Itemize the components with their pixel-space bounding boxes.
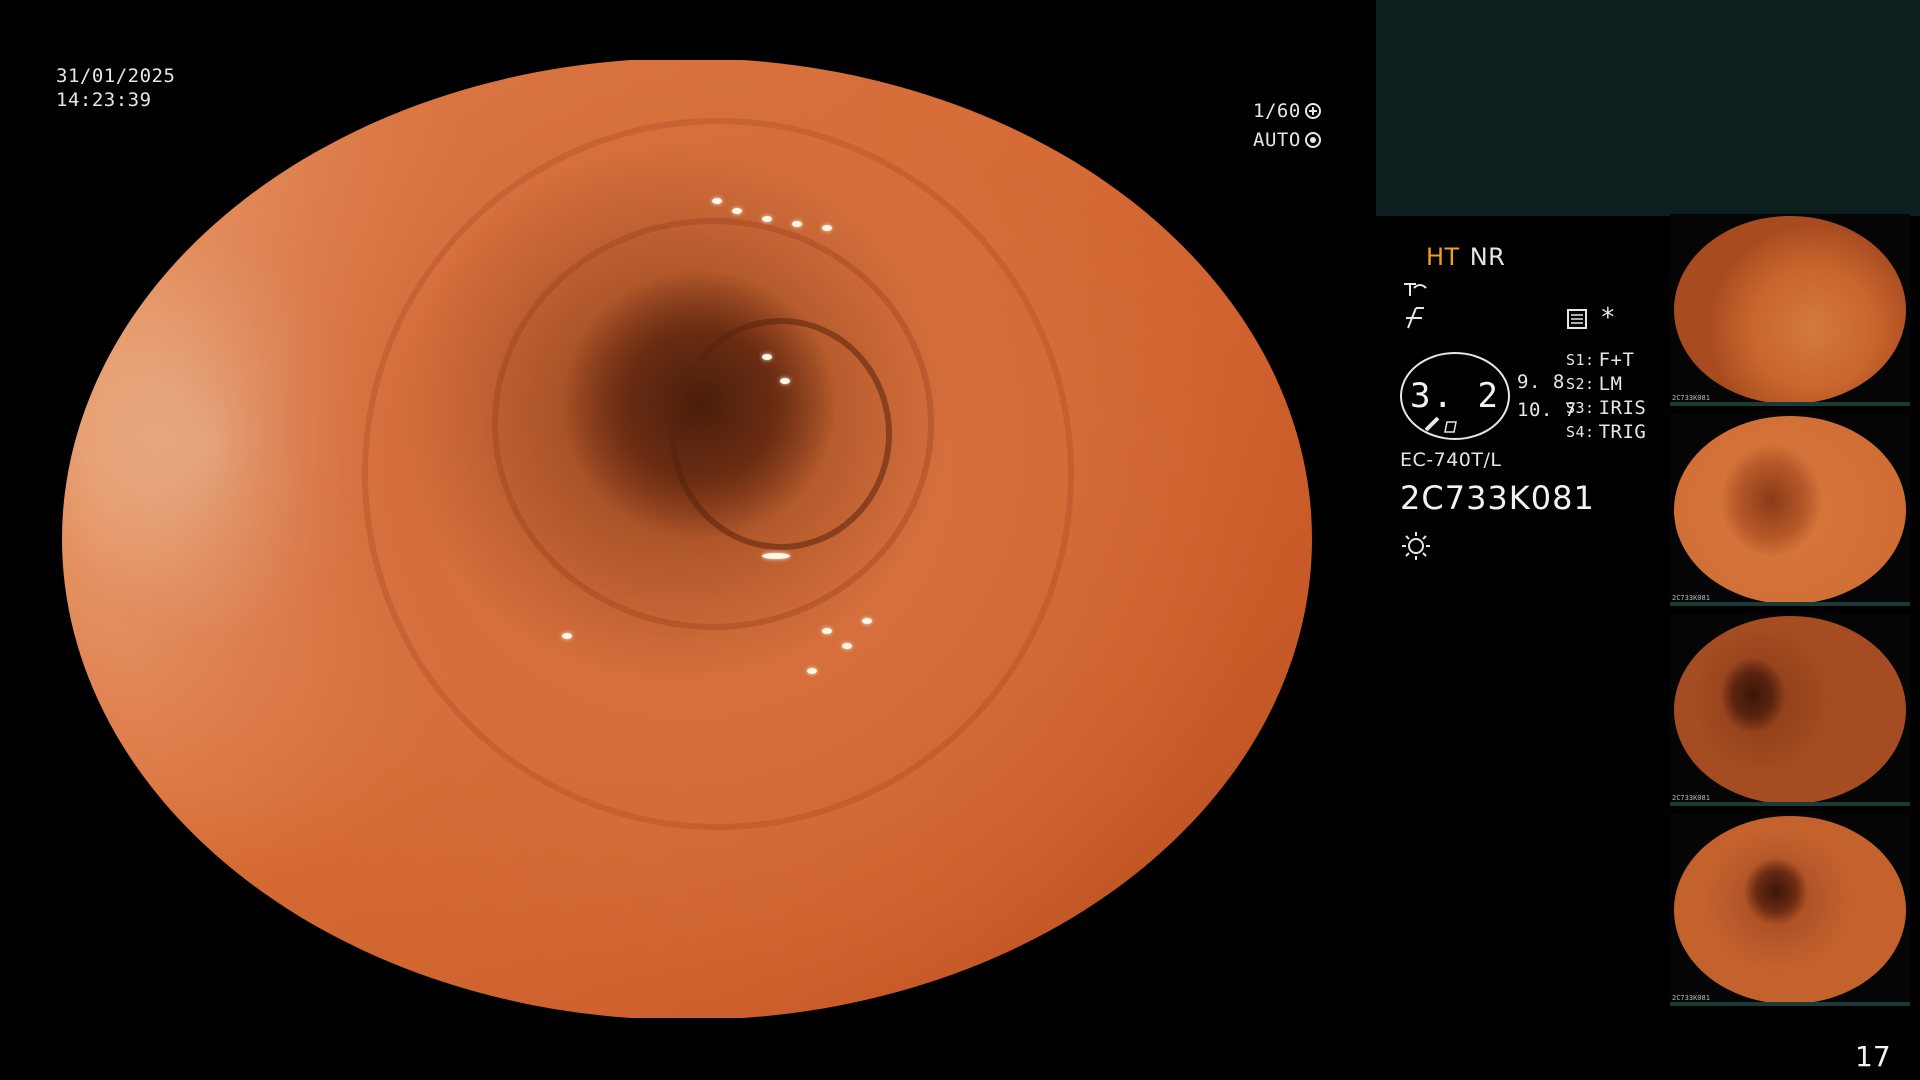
light-reflection bbox=[807, 668, 817, 674]
scope-setting-item: S2: LM bbox=[1566, 372, 1646, 396]
thumbnail-image bbox=[1674, 816, 1906, 1004]
scope-setting-value: IRIS bbox=[1598, 397, 1647, 419]
scope-setting-value: LM bbox=[1598, 373, 1623, 395]
shutter-readout: 1/60 bbox=[1253, 99, 1321, 123]
value-a-text: 9. 8 bbox=[1517, 371, 1565, 393]
gauge-marker-icon bbox=[1424, 416, 1440, 432]
time-text: 14:23:39 bbox=[56, 89, 152, 111]
thumbnail-3[interactable]: 2C733K081 bbox=[1670, 614, 1910, 806]
light-reflection bbox=[762, 553, 790, 559]
thumbnail-2[interactable]: 2C733K081 bbox=[1670, 414, 1910, 606]
light-reflection bbox=[762, 354, 772, 360]
thumbnail-bar bbox=[1670, 802, 1910, 806]
zoom-value: 3. 2 bbox=[1410, 376, 1500, 416]
thumbnail-label: 2C733K081 bbox=[1672, 394, 1710, 402]
thumbnail-bar bbox=[1670, 402, 1910, 406]
light-reflection bbox=[732, 208, 742, 214]
thumbnail-image bbox=[1674, 216, 1906, 404]
light-reflection bbox=[822, 628, 832, 634]
scope-setting-item: S4: TRIG bbox=[1566, 420, 1646, 444]
exposure-readout: AUTO bbox=[1253, 128, 1321, 152]
thumbnail-4[interactable]: 2C733K081 bbox=[1670, 814, 1910, 1006]
thumbnail-image bbox=[1674, 416, 1906, 604]
view-mask-top bbox=[0, 0, 1370, 60]
thumbnail-bar bbox=[1670, 1002, 1910, 1006]
mode-nr-text: NR bbox=[1469, 243, 1506, 271]
light-reflection bbox=[780, 378, 790, 384]
scope-setting-key: S3: bbox=[1566, 399, 1595, 417]
light-reflection bbox=[712, 198, 722, 204]
thumbnail-label: 2C733K081 bbox=[1672, 994, 1710, 1002]
date-text: 31/01/2025 bbox=[56, 65, 176, 87]
light-reflection bbox=[842, 643, 852, 649]
scope-setting-key: S2: bbox=[1566, 375, 1595, 393]
exposure-text: AUTO bbox=[1253, 129, 1301, 151]
enhance-icon bbox=[1404, 283, 1427, 296]
auto-iris-icon bbox=[1304, 132, 1321, 148]
scope-model-text: EC-740T/L bbox=[1400, 449, 1502, 471]
thumbnail-label: 2C733K081 bbox=[1672, 794, 1710, 802]
light-icon bbox=[1402, 532, 1430, 560]
memory-icon bbox=[1567, 309, 1587, 329]
gauge-square-icon bbox=[1444, 421, 1457, 433]
scope-setting-value: TRIG bbox=[1598, 421, 1647, 443]
light-reflection bbox=[822, 225, 832, 231]
thumbnail-1[interactable]: 2C733K081 bbox=[1670, 214, 1910, 406]
scope-setting-item: S1: F+T bbox=[1566, 348, 1646, 372]
scope-setting-key: S1: bbox=[1566, 351, 1595, 369]
asterisk-text: * bbox=[1600, 303, 1617, 333]
page-number: 17 bbox=[1855, 1040, 1891, 1073]
light-reflection bbox=[562, 633, 572, 639]
endoscope-view bbox=[62, 58, 1312, 1020]
lumen-ring bbox=[670, 318, 892, 550]
light-reflection bbox=[792, 221, 802, 227]
thumbnail-bar bbox=[1670, 602, 1910, 606]
shutter-icon bbox=[1304, 103, 1321, 119]
scope-serial-text: 2C733K081 bbox=[1400, 479, 1595, 517]
thumbnail-image bbox=[1674, 616, 1906, 804]
scope-setting-item: S3: IRIS bbox=[1566, 396, 1646, 420]
scope-setting-value: F+T bbox=[1598, 349, 1635, 371]
freeze-icon bbox=[1406, 307, 1424, 329]
zoom-gauge: 3. 2 bbox=[1400, 352, 1510, 440]
light-reflection bbox=[862, 618, 872, 624]
light-reflection bbox=[762, 216, 772, 222]
thumbnail-label: 2C733K081 bbox=[1672, 594, 1710, 602]
scope-settings-list: S1: F+T S2: LM S3: IRIS S4: TRIG bbox=[1566, 348, 1646, 444]
mode-indicator: HT NR bbox=[1426, 245, 1505, 269]
mode-ht-text: HT bbox=[1426, 243, 1460, 271]
view-mask-bottom bbox=[0, 1018, 1370, 1080]
scope-setting-key: S4: bbox=[1566, 423, 1595, 441]
shutter-text: 1/60 bbox=[1253, 100, 1301, 122]
info-panel-top bbox=[1376, 0, 1920, 216]
